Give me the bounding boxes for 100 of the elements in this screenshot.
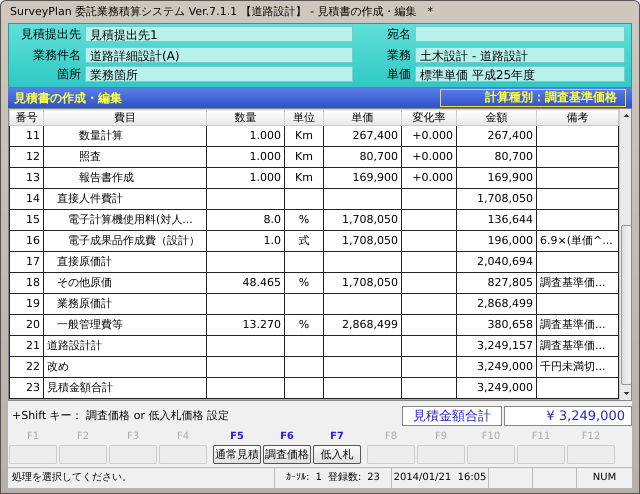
table-cell: 20 <box>10 314 44 336</box>
column-header[interactable]: 単位 <box>284 110 324 126</box>
text-field[interactable]: 業務箇所 <box>85 66 353 82</box>
function-button[interactable]: 通常見積 <box>213 445 261 464</box>
table-cell: 見積金額合計 <box>44 378 206 398</box>
table-cell: 196,000 <box>456 230 536 252</box>
table-cell: 23 <box>10 378 44 398</box>
count-value: 23 <box>367 471 380 485</box>
column-header[interactable]: 金額 <box>456 110 536 126</box>
table-cell: 直接人件費計 <box>44 188 206 210</box>
field-label: 業務件名 <box>32 47 81 63</box>
table-cell: 12 <box>10 146 44 168</box>
table-cell: 一般管理費等 <box>44 314 206 336</box>
table-cell: 136,644 <box>456 210 536 230</box>
table-cell: 1,708,050 <box>324 230 402 252</box>
table-cell: 電子計算機使用料(対人... <box>44 210 206 230</box>
table-cell: 21 <box>10 336 44 356</box>
table-cell: 22 <box>10 356 44 378</box>
field-label: 宛名 <box>386 26 411 42</box>
table-cell: +0.000 <box>402 126 456 146</box>
table-cell: 267,400 <box>456 126 536 146</box>
table-cell: 1.000 <box>206 126 284 146</box>
table-cell: 数量計算 <box>44 126 206 146</box>
calc-type-label: 計算種別：調査基準価格 <box>440 89 626 107</box>
cursor-value: 1 <box>315 471 322 485</box>
table-cell: 調査基準価... <box>536 314 618 336</box>
function-key-label: F8 <box>384 430 398 443</box>
table-cell: 業務原価計 <box>44 294 206 314</box>
section-title: 見積書の作成・編集 <box>14 90 122 106</box>
text-field[interactable]: 道路詳細設計(A) <box>85 47 353 63</box>
field-label: 見積提出先 <box>20 26 81 42</box>
text-field[interactable]: 土木設計 - 道路設計 <box>415 47 625 63</box>
table-cell: +0.000 <box>402 146 456 168</box>
column-header[interactable]: 数量 <box>206 110 284 126</box>
table-cell: 267,400 <box>324 126 402 146</box>
column-header[interactable]: 備考 <box>536 110 618 126</box>
function-key-label: F12 <box>582 430 600 443</box>
scrollbar-thumb[interactable] <box>621 225 631 385</box>
table-cell: 道路設計計 <box>44 336 206 356</box>
num-lock-indicator: NUM <box>592 471 616 485</box>
status-message: 処理を選択してください。 <box>12 471 132 485</box>
table-cell: 11 <box>10 126 44 146</box>
table-cell: 2,868,499 <box>456 294 536 314</box>
column-header[interactable]: 変化率 <box>402 110 456 126</box>
table-cell: 千円未満切... <box>536 356 618 378</box>
text-field[interactable]: 見積提出先1 <box>85 26 353 42</box>
table-cell: 169,900 <box>456 168 536 188</box>
table-cell: 80,700 <box>456 146 536 168</box>
function-key-label: F9 <box>434 430 448 443</box>
table-cell: +0.000 <box>402 168 456 188</box>
table-cell: その他原価 <box>44 272 206 294</box>
field-label: 単価 <box>386 66 411 82</box>
function-key-label: F6 <box>280 430 294 443</box>
field-label: 箇所 <box>56 66 81 82</box>
table-cell: 改め <box>44 356 206 378</box>
text-field[interactable]: 標準単価 平成25年度 <box>415 66 625 82</box>
function-button[interactable]: 低入札 <box>313 445 361 464</box>
table-cell: 380,658 <box>456 314 536 336</box>
table-cell: % <box>284 272 324 294</box>
table-cell: 48.465 <box>206 272 284 294</box>
table-cell: 16 <box>10 230 44 252</box>
table-cell: 13.270 <box>206 314 284 336</box>
table-cell: 調査基準価... <box>536 336 618 356</box>
table-cell: 8.0 <box>206 210 284 230</box>
total-amount: ¥ 3,249,000 <box>504 406 632 426</box>
table-cell: 調査基準価... <box>536 272 618 294</box>
table-cell: 電子成果品作成費（設計） <box>44 230 206 252</box>
table-cell: 1,708,050 <box>324 272 402 294</box>
table-cell: Km <box>284 126 324 146</box>
table-cell: 1,708,050 <box>324 210 402 230</box>
table-cell: % <box>284 210 324 230</box>
table-cell: 18 <box>10 272 44 294</box>
function-key-label: F3 <box>126 430 140 443</box>
table-cell: 2,868,499 <box>324 314 402 336</box>
count-label: 登録数: <box>328 471 362 485</box>
table-cell: 報告書作成 <box>44 168 206 188</box>
table-cell: % <box>284 314 324 336</box>
function-key-label: F1 <box>26 430 40 443</box>
hint-text: +Shift キー： 調査価格 or 低入札価格 設定 <box>12 409 229 423</box>
table-cell: 13 <box>10 168 44 188</box>
text-field[interactable] <box>415 26 625 42</box>
function-key-label: F10 <box>482 430 500 443</box>
table-cell: 照査 <box>44 146 206 168</box>
function-key-label: F4 <box>176 430 190 443</box>
function-button[interactable]: 調査価格 <box>263 445 311 464</box>
column-header[interactable]: 単価 <box>324 110 402 126</box>
table-cell: 80,700 <box>324 146 402 168</box>
table-cell: 1.000 <box>206 146 284 168</box>
table-cell: 6.9×(単価^... <box>536 230 618 252</box>
column-header[interactable]: 番号 <box>10 110 44 126</box>
window-title: SurveyPlan 委託業務積算システム Ver.7.1.1 【道路設計】 - 見積書の作成・編集 * <box>9 4 434 20</box>
table-cell: 3,249,000 <box>456 378 536 398</box>
table-cell: 827,805 <box>456 272 536 294</box>
function-key-label: F7 <box>330 430 344 443</box>
table-cell: 169,900 <box>324 168 402 188</box>
function-key-label: F11 <box>532 430 550 443</box>
table-cell: 1.000 <box>206 168 284 188</box>
column-header[interactable]: 費目 <box>44 110 206 126</box>
table-cell: Km <box>284 146 324 168</box>
table-cell: 15 <box>10 210 44 230</box>
